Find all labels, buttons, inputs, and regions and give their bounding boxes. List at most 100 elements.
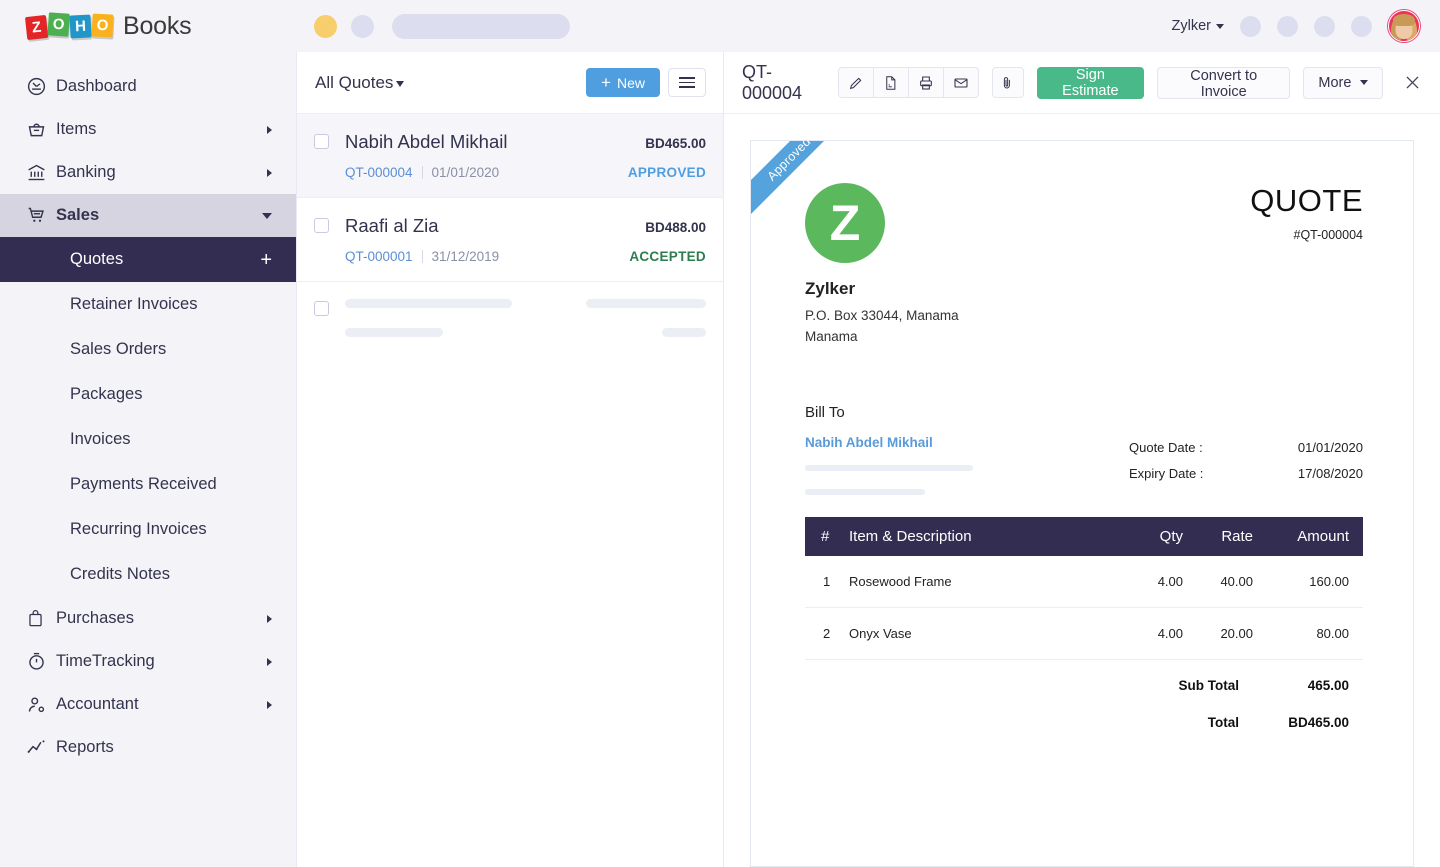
row-checkbox[interactable] <box>314 218 329 233</box>
quote-date-value: 01/01/2020 <box>1279 440 1363 455</box>
sidebar-item-payments-received[interactable]: Payments Received <box>0 462 296 507</box>
row-checkbox-cell <box>297 299 345 337</box>
hamburger-icon-line <box>679 77 695 79</box>
billto-block: Bill To Nabih Abdel Mikhail <box>805 404 973 495</box>
search-input[interactable] <box>392 14 570 39</box>
add-quote-button[interactable]: + <box>260 250 272 270</box>
totals-block: Sub Total 465.00 Total BD465.00 <box>805 678 1363 730</box>
line-amount: 80.00 <box>1267 607 1363 659</box>
list-header-actions: + New <box>586 68 706 97</box>
sidebar-item-label: Banking <box>56 163 267 182</box>
user-gear-icon <box>26 694 56 715</box>
chevron-down-icon <box>262 213 272 219</box>
brand-area[interactable]: Z O H O Books <box>0 12 296 41</box>
paperclip-icon[interactable] <box>992 67 1024 98</box>
quotes-list-panel: All Quotes + New <box>296 52 724 867</box>
company-address-line-2: Manama <box>805 327 959 348</box>
header-icon-placeholder-4[interactable] <box>1351 16 1372 37</box>
quote-customer-name: Nabih Abdel Mikhail <box>345 131 507 153</box>
skeleton-line <box>345 328 706 337</box>
divider <box>422 166 423 179</box>
sidebar-item-accountant[interactable]: Accountant <box>0 683 296 726</box>
table-row[interactable]: Raafi al Zia BD488.00 QT-000001 31/12/20… <box>297 198 723 282</box>
sidebar-item-items[interactable]: Items <box>0 108 296 151</box>
sidebar-item-invoices[interactable]: Invoices <box>0 417 296 462</box>
line-items-header-row: # Item & Description Qty Rate Amount <box>805 517 1363 556</box>
company-name: Zylker <box>805 279 959 299</box>
document-icon-group <box>838 67 979 98</box>
zoho-logo-letter-o1: O <box>47 12 70 36</box>
list-menu-button[interactable] <box>668 68 706 97</box>
sidebar-item-purchases[interactable]: Purchases <box>0 597 296 640</box>
email-icon[interactable] <box>943 67 979 98</box>
gray-dot-placeholder[interactable] <box>351 15 374 38</box>
sidebar-subitem-label: Payments Received <box>70 475 217 494</box>
chevron-down-icon <box>1360 80 1368 85</box>
sidebar-subitem-label: Invoices <box>70 430 131 449</box>
skeleton-bar <box>662 328 706 337</box>
quote-document: Approved Z Zylker P.O. Box 33044, Manama… <box>750 140 1414 867</box>
more-button[interactable]: More <box>1303 67 1383 99</box>
top-bar: Z O H O Books Zylker <box>0 0 1440 52</box>
row-secondary-line: QT-000004 01/01/2020 APPROVED <box>345 165 706 180</box>
skeleton-bar <box>345 328 443 337</box>
row-checkbox[interactable] <box>314 301 329 316</box>
sidebar-item-dashboard[interactable]: Dashboard <box>0 65 296 108</box>
sidebar-item-banking[interactable]: Banking <box>0 151 296 194</box>
stopwatch-icon <box>26 651 56 672</box>
row-content: Nabih Abdel Mikhail BD465.00 QT-000004 0… <box>345 131 706 180</box>
pdf-icon[interactable] <box>873 67 909 98</box>
header-icon-placeholder-3[interactable] <box>1314 16 1335 37</box>
new-quote-label: New <box>617 75 645 91</box>
row-primary-line: Nabih Abdel Mikhail BD465.00 <box>345 131 706 153</box>
new-quote-button[interactable]: + New <box>586 68 660 97</box>
sidebar-subitem-label: Credits Notes <box>70 565 170 584</box>
sidebar-item-label: TimeTracking <box>56 652 267 671</box>
sidebar-item-label: Accountant <box>56 695 267 714</box>
company-address: P.O. Box 33044, Manama Manama <box>805 306 959 348</box>
avatar[interactable] <box>1388 10 1420 42</box>
product-name: Books <box>123 12 191 41</box>
sidebar-item-packages[interactable]: Packages <box>0 372 296 417</box>
sidebar-item-quotes[interactable]: Quotes + <box>0 237 296 282</box>
subtotal-label: Sub Total <box>1107 678 1267 693</box>
company-block: Z Zylker P.O. Box 33044, Manama Manama <box>805 183 959 348</box>
row-content: Raafi al Zia BD488.00 QT-000001 31/12/20… <box>345 215 706 264</box>
sign-estimate-button[interactable]: Sign Estimate <box>1037 67 1144 99</box>
sidebar-item-sales[interactable]: Sales <box>0 194 296 237</box>
line-items-body: 1 Rosewood Frame 4.00 40.00 160.00 2 Ony… <box>805 556 1363 660</box>
quotes-filter-dropdown[interactable]: All Quotes <box>315 73 404 93</box>
close-button[interactable] <box>1399 68 1426 98</box>
sidebar-item-sales-orders[interactable]: Sales Orders <box>0 327 296 372</box>
amber-dot-placeholder[interactable] <box>314 15 337 38</box>
convert-to-invoice-button[interactable]: Convert to Invoice <box>1157 67 1290 99</box>
skeleton-bar <box>345 299 512 308</box>
edit-pencil-icon[interactable] <box>838 67 874 98</box>
table-row: 1 Rosewood Frame 4.00 40.00 160.00 <box>805 556 1363 608</box>
sidebar-subitem-label: Quotes <box>70 250 123 269</box>
print-icon[interactable] <box>908 67 944 98</box>
sidebar-item-credits-notes[interactable]: Credits Notes <box>0 552 296 597</box>
chevron-right-icon <box>267 615 272 623</box>
table-row[interactable]: Nabih Abdel Mikhail BD465.00 QT-000004 0… <box>297 114 723 198</box>
header-icon-placeholder-2[interactable] <box>1277 16 1298 37</box>
line-qty: 4.00 <box>1115 607 1197 659</box>
sidebar-subitem-label: Retainer Invoices <box>70 295 197 314</box>
sidebar-subitem-label: Sales Orders <box>70 340 166 359</box>
sidebar-item-recurring-invoices[interactable]: Recurring Invoices <box>0 507 296 552</box>
document-number: #QT-000004 <box>1250 228 1363 242</box>
bag-icon <box>26 609 56 628</box>
billto-customer-name[interactable]: Nabih Abdel Mikhail <box>805 435 973 450</box>
row-checkbox[interactable] <box>314 134 329 149</box>
chevron-down-icon <box>396 81 404 87</box>
column-header-rate: Rate <box>1197 517 1267 556</box>
hamburger-icon-line <box>679 82 695 84</box>
sidebar-item-timetracking[interactable]: TimeTracking <box>0 640 296 683</box>
status-badge: APPROVED <box>628 165 706 180</box>
line-number: 2 <box>805 607 849 659</box>
sidebar-item-reports[interactable]: Reports <box>0 726 296 769</box>
org-switcher[interactable]: Zylker <box>1172 18 1224 34</box>
sidebar-item-label: Sales <box>56 206 262 225</box>
header-icon-placeholder-1[interactable] <box>1240 16 1261 37</box>
sidebar-item-retainer-invoices[interactable]: Retainer Invoices <box>0 282 296 327</box>
